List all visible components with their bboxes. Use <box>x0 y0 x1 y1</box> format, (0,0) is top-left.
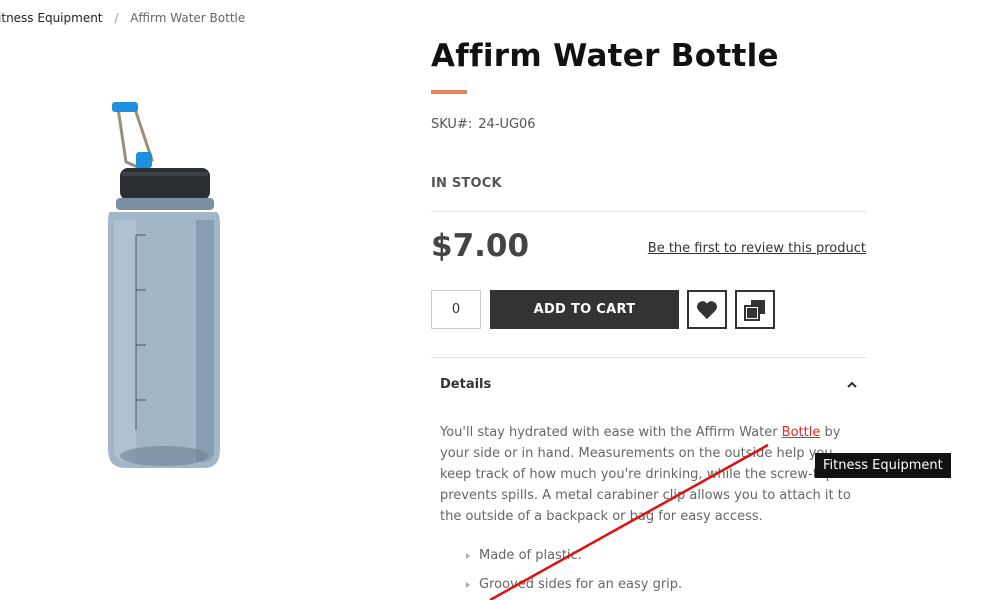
water-bottle-image[interactable] <box>96 100 236 472</box>
description-link-bottle[interactable]: Bottle <box>782 425 821 440</box>
sku-value: 24-UG06 <box>478 117 536 132</box>
quantity-input[interactable] <box>431 290 481 329</box>
divider <box>431 357 867 358</box>
review-link[interactable]: Be the first to review this product <box>648 241 866 256</box>
description-text: You'll stay hydrated with ease with the … <box>440 425 782 440</box>
chevron-up-icon[interactable] <box>845 378 859 392</box>
details-tab-title[interactable]: Details <box>440 377 491 392</box>
breadcrumb-link-fitness-equipment[interactable]: Fitness Equipment <box>0 11 103 25</box>
list-item: Grooved sides for an easy grip. <box>466 575 682 600</box>
list-item: Made of plastic. <box>466 546 682 575</box>
breadcrumb-current: Affirm Water Bottle <box>130 11 246 25</box>
stock-status: IN STOCK <box>431 176 502 191</box>
compare-icon <box>744 299 765 321</box>
breadcrumb: Fitness Equipment / Affirm Water Bottle <box>0 11 245 25</box>
divider <box>431 211 867 212</box>
product-title: Affirm Water Bottle <box>431 38 779 74</box>
add-to-compare-button[interactable] <box>735 290 775 329</box>
product-sku: SKU#: 24-UG06 <box>431 117 536 132</box>
feature-list: Made of plastic. Grooved sides for an ea… <box>466 546 682 600</box>
breadcrumb-separator: / <box>114 11 119 25</box>
add-to-cart-button[interactable]: ADD TO CART <box>490 290 679 329</box>
product-price: $7.00 <box>431 228 530 264</box>
title-accent-bar <box>431 90 467 94</box>
sku-label: SKU#: <box>431 117 473 132</box>
tooltip: Fitness Equipment <box>815 453 951 478</box>
product-description: You'll stay hydrated with ease with the … <box>440 422 860 527</box>
add-to-wishlist-button[interactable] <box>687 290 727 329</box>
heart-icon <box>697 300 717 319</box>
